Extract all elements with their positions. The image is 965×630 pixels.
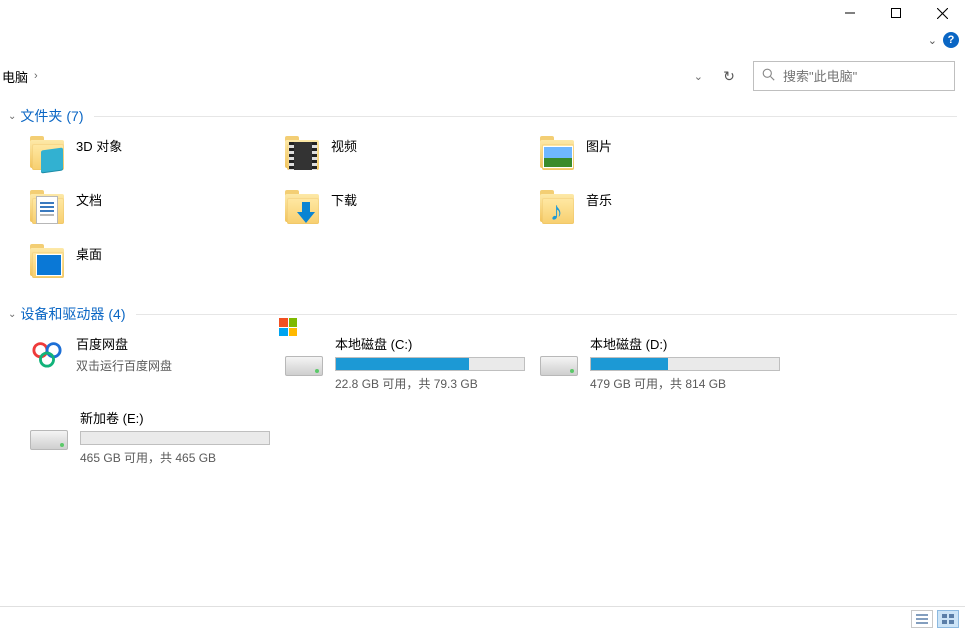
content-area: ⌄ 文件夹 (7) 3D 对象 视频 图片 [8,100,957,602]
breadcrumb-crumb[interactable]: 电脑 [2,67,28,86]
drive-baidu-netdisk[interactable]: 百度网盘 双击运行百度网盘 [28,334,283,392]
drive-subtext: 双击运行百度网盘 [76,357,271,374]
folder-music[interactable]: ♪ 音乐 [538,190,793,228]
drive-e[interactable]: 新加卷 (E:) 465 GB 可用，共 465 GB [28,408,283,466]
group-folders-count: (7) [66,108,83,124]
folder-desktop[interactable]: 桌面 [28,244,283,282]
drive-usage: 465 GB 可用，共 465 GB [80,449,275,466]
group-divider [136,314,957,315]
search-box[interactable] [753,61,955,91]
group-devices-header[interactable]: ⌄ 设备和驱动器 (4) [8,304,957,324]
local-disk-icon [28,408,70,450]
folder-label: 图片 [586,136,612,155]
ribbon-collapse-icon[interactable]: ⌄ [928,34,937,47]
folder-label: 下载 [331,190,357,209]
folder-documents[interactable]: 文档 [28,190,283,228]
drives-grid: 百度网盘 双击运行百度网盘 本地磁盘 (C:) 22.8 GB 可用，共 79.… [28,334,957,466]
folder-label: 视频 [331,136,357,155]
usage-bar [80,431,270,445]
group-devices-label: 设备和驱动器 [20,304,104,324]
chevron-down-icon: ⌄ [8,111,16,122]
baidu-netdisk-icon [28,334,66,372]
group-folders-label: 文件夹 [20,106,62,126]
ribbon-tools: ⌄ ? [928,32,959,48]
documents-icon [28,190,66,228]
search-input[interactable] [783,69,959,84]
refresh-button[interactable]: ↻ [715,68,743,85]
folder-label: 音乐 [586,190,612,209]
usage-bar-fill [336,358,469,370]
status-bar [0,606,965,630]
drive-usage: 22.8 GB 可用，共 79.3 GB [335,375,530,392]
folder-label: 文档 [76,190,102,209]
maximize-button[interactable] [873,0,919,26]
drive-label: 新加卷 (E:) [80,408,275,427]
drive-label: 本地磁盘 (D:) [590,334,785,353]
drive-label: 本地磁盘 (C:) [335,334,530,353]
breadcrumb[interactable]: 电脑 › [0,67,694,86]
folder-3d-objects[interactable]: 3D 对象 [28,136,283,174]
music-icon: ♪ [538,190,576,228]
breadcrumb-separator-icon: › [34,70,38,82]
folders-grid: 3D 对象 视频 图片 文档 [28,136,957,282]
drive-c[interactable]: 本地磁盘 (C:) 22.8 GB 可用，共 79.3 GB [283,334,538,392]
help-icon[interactable]: ? [943,32,959,48]
group-devices-count: (4) [108,306,125,322]
group-folders-header[interactable]: ⌄ 文件夹 (7) [8,106,957,126]
folder-videos[interactable]: 视频 [283,136,538,174]
local-disk-icon [538,334,580,376]
window-controls [827,0,965,28]
address-bar: 电脑 › ⌄ ↻ [0,60,955,92]
usage-bar [590,357,780,371]
drive-label: 百度网盘 [76,334,271,353]
group-divider [94,116,957,117]
close-button[interactable] [919,0,965,26]
usage-bar [335,357,525,371]
chevron-down-icon: ⌄ [8,309,16,320]
3d-objects-icon [28,136,66,174]
folder-pictures[interactable]: 图片 [538,136,793,174]
search-icon [762,68,775,84]
folder-downloads[interactable]: 下载 [283,190,538,228]
local-disk-icon [283,334,325,376]
folder-label: 桌面 [76,244,102,263]
pictures-icon [538,136,576,174]
drive-d[interactable]: 本地磁盘 (D:) 479 GB 可用，共 814 GB [538,334,793,392]
videos-icon [283,136,321,174]
windows-badge-icon [279,318,297,336]
downloads-icon [283,190,321,228]
folder-label: 3D 对象 [76,136,122,155]
view-large-icons-button[interactable] [937,610,959,628]
address-dropdown-icon[interactable]: ⌄ [694,70,703,83]
drive-usage: 479 GB 可用，共 814 GB [590,375,785,392]
minimize-button[interactable] [827,0,873,26]
desktop-icon [28,244,66,282]
usage-bar-fill [591,358,668,370]
view-details-button[interactable] [911,610,933,628]
